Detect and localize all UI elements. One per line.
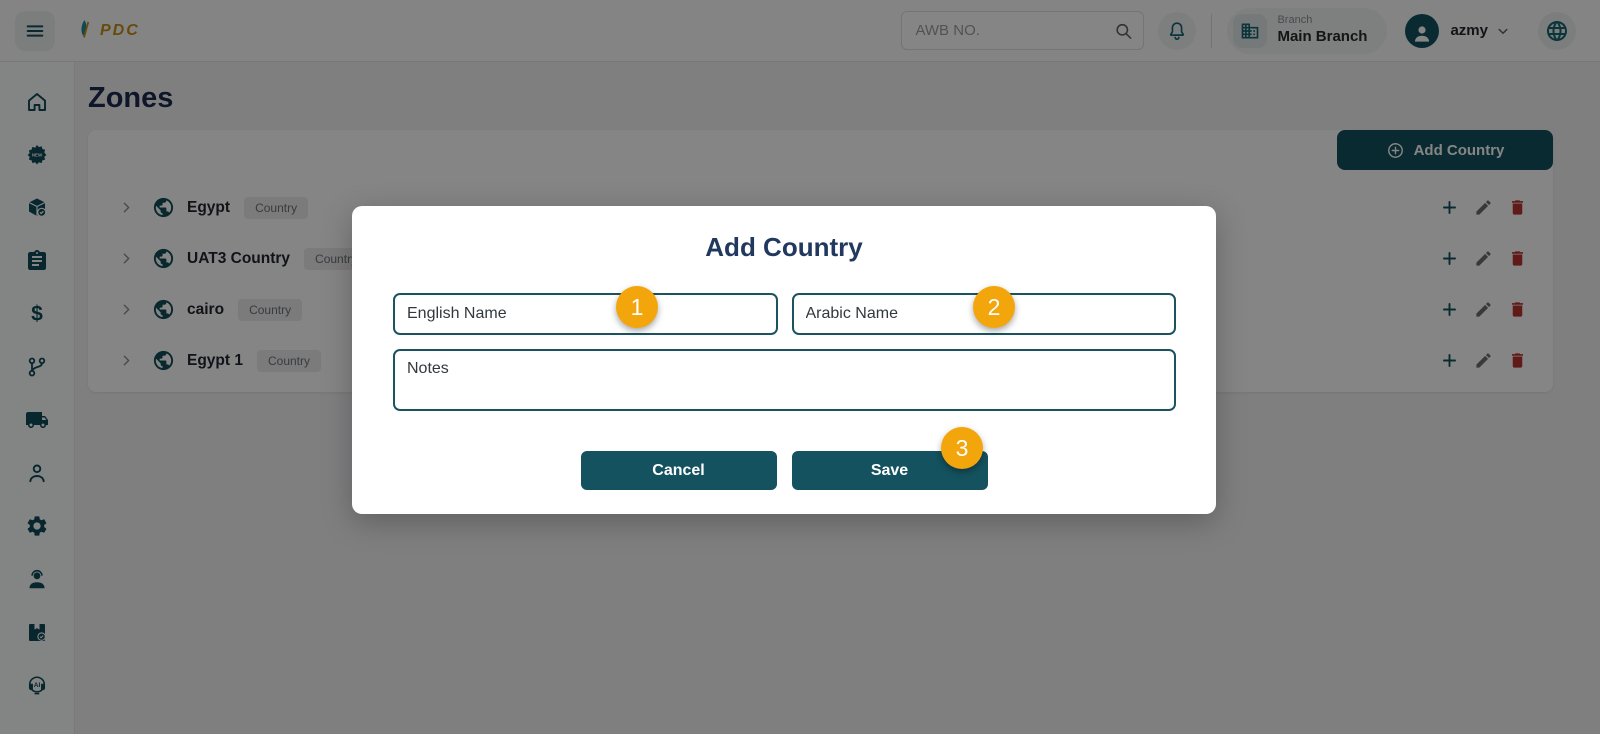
english-name-input[interactable] [393,293,778,335]
modal-actions: Cancel Save [352,451,1216,490]
annotation-badge-3: 3 [941,427,983,469]
notes-textarea[interactable] [393,349,1176,411]
modal-fields [393,293,1176,335]
modal-title: Add Country [352,232,1216,263]
annotation-badge-1: 1 [616,286,658,328]
annotation-badge-2: 2 [973,286,1015,328]
add-country-modal: Add Country Cancel Save [352,206,1216,514]
cancel-button[interactable]: Cancel [581,451,777,490]
